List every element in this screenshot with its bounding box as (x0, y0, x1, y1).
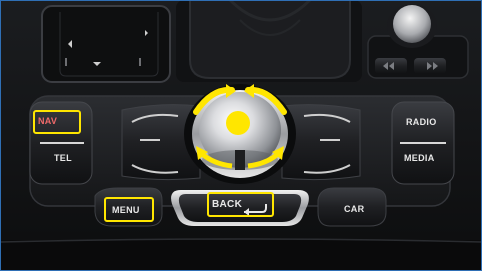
radio-button[interactable]: RADIO (406, 117, 437, 127)
tel-button[interactable]: TEL (54, 153, 72, 163)
knob-press-indicator (226, 111, 250, 135)
touchpad[interactable] (41, 5, 171, 83)
volume-knob[interactable] (393, 5, 431, 43)
gear-boot (176, 0, 362, 82)
console-photo: NAV TEL RADIO MEDIA MENU BACK CAR (0, 0, 482, 271)
nav-highlight (33, 110, 81, 134)
menu-highlight (104, 197, 154, 222)
back-highlight (207, 192, 274, 217)
media-button[interactable]: MEDIA (404, 153, 435, 163)
center-console-graphic (0, 0, 482, 271)
car-button[interactable]: CAR (344, 204, 364, 214)
